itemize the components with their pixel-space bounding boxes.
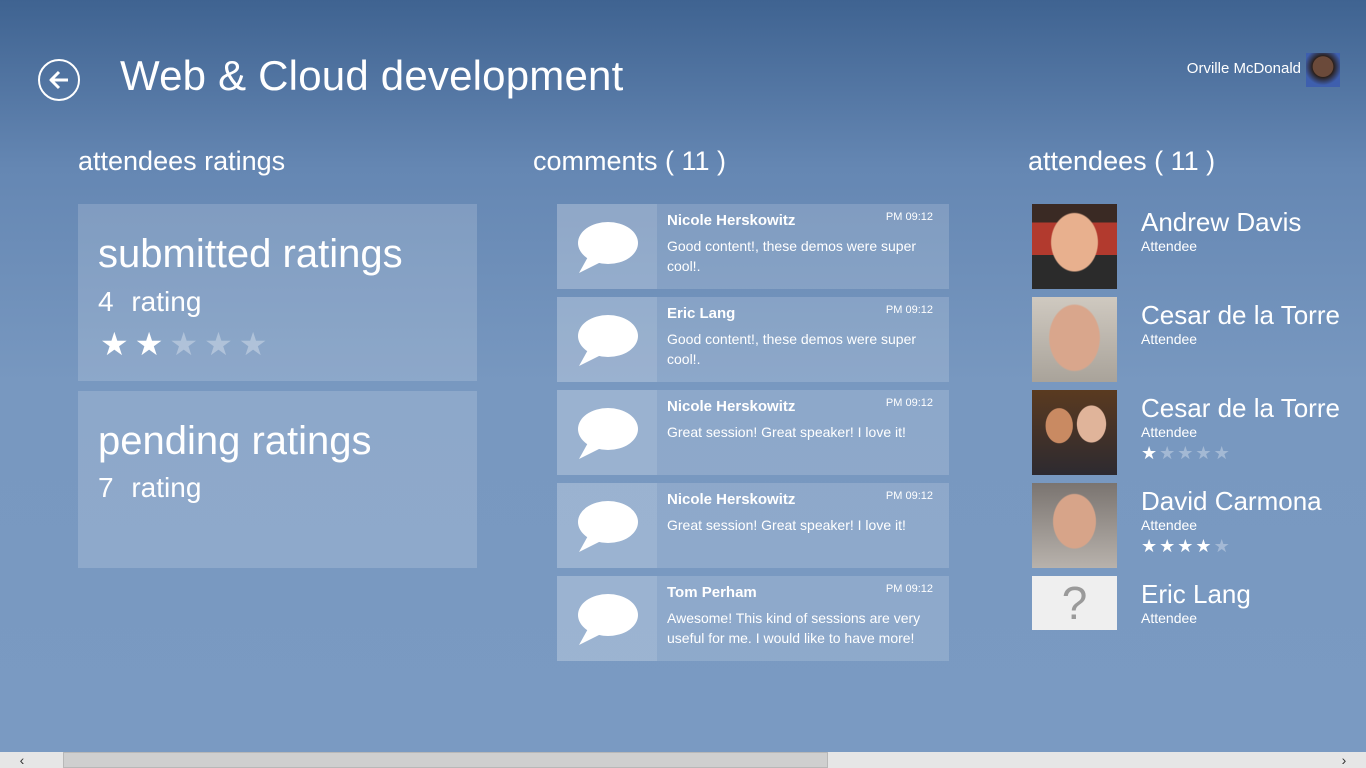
star-icon: ★: [1177, 536, 1194, 556]
comment-text: Great session! Great speaker! I love it!: [667, 517, 906, 533]
comment-time: PM 09:12: [885, 397, 933, 409]
comment-icon-box: [557, 576, 657, 661]
scroll-right-icon[interactable]: ›: [1334, 752, 1354, 768]
comment-item[interactable]: Nicole Herskowitz PM 09:12 Great session…: [557, 483, 949, 568]
attendee-photo: [1032, 390, 1117, 475]
attendee-photo: [1032, 297, 1117, 382]
ratings-section-title: attendees ratings: [78, 146, 286, 176]
attendee-photo: [1032, 204, 1117, 289]
attendee-role: Attendee: [1141, 424, 1198, 440]
scrollbar-thumb[interactable]: [63, 752, 828, 768]
comment-text: Awesome! This kind of sessions are very …: [667, 610, 921, 646]
attendee-role: Attendee: [1141, 331, 1198, 347]
speech-bubble-icon: [578, 407, 638, 459]
pending-ratings-count: 7 rating: [98, 472, 201, 504]
scroll-left-icon[interactable]: ‹: [12, 752, 32, 768]
attendee-item[interactable]: David Carmona Attendee ★ ★ ★ ★ ★: [1032, 483, 1352, 568]
arrow-left-icon: [49, 70, 68, 90]
attendee-role: Attendee: [1141, 238, 1198, 254]
comment-text: Good content!, these demos were super co…: [667, 331, 917, 367]
star-icon: ★: [1213, 443, 1230, 463]
comment-time: PM 09:12: [885, 211, 933, 223]
star-icon: ★: [1141, 536, 1158, 556]
comment-time: PM 09:12: [885, 304, 933, 316]
star-icon: ★: [134, 326, 164, 362]
attendee-name: Cesar de la Torre: [1141, 393, 1340, 423]
pending-ratings-tile[interactable]: pending ratings 7 rating: [78, 391, 477, 568]
star-icon: ★: [1213, 536, 1230, 556]
pending-count-value: 7: [98, 472, 114, 503]
pending-count-unit: rating: [131, 472, 202, 503]
comment-author: Nicole Herskowitz: [667, 212, 796, 229]
attendee-rating-stars: ★ ★ ★ ★ ★: [1141, 537, 1230, 555]
comment-time: PM 09:12: [885, 583, 933, 595]
star-icon: ★: [1159, 443, 1176, 463]
comment-text: Great session! Great speaker! I love it!: [667, 424, 906, 440]
star-icon: ★: [1159, 536, 1176, 556]
pending-ratings-title: pending ratings: [98, 419, 372, 463]
attendees-section-title: attendees ( 11 ): [1028, 146, 1216, 176]
comment-item[interactable]: Nicole Herskowitz PM 09:12 Great session…: [557, 390, 949, 475]
attendee-role: Attendee: [1141, 517, 1198, 533]
star-icon: ★: [169, 326, 199, 362]
question-mark-icon: ?: [1032, 576, 1117, 630]
comment-item[interactable]: Nicole Herskowitz PM 09:12 Good content!…: [557, 204, 949, 289]
attendee-item[interactable]: Cesar de la Torre Attendee: [1032, 297, 1352, 382]
speech-bubble-icon: [578, 314, 638, 366]
back-button[interactable]: [38, 59, 80, 101]
comment-icon-box: [557, 204, 657, 289]
attendee-item[interactable]: Cesar de la Torre Attendee ★ ★ ★ ★ ★: [1032, 390, 1352, 475]
submitted-count-unit: rating: [131, 286, 202, 317]
attendee-item[interactable]: ? Eric Lang Attendee: [1032, 576, 1352, 631]
comment-icon-box: [557, 483, 657, 568]
comment-icon-box: [557, 297, 657, 382]
user-avatar[interactable]: [1306, 53, 1340, 87]
comment-icon-box: [557, 390, 657, 475]
star-icon: ★: [100, 326, 129, 362]
submitted-ratings-count: 4 rating: [98, 286, 201, 318]
attendee-role: Attendee: [1141, 610, 1198, 626]
speech-bubble-icon: [578, 500, 638, 552]
comment-time: PM 09:12: [885, 490, 933, 502]
page-title: Web & Cloud development: [120, 52, 624, 99]
star-icon: ★: [1195, 536, 1212, 556]
comment-item[interactable]: Tom Perham PM 09:12 Awesome! This kind o…: [557, 576, 949, 661]
star-icon: ★: [238, 326, 268, 362]
comment-item[interactable]: Eric Lang PM 09:12 Good content!, these …: [557, 297, 949, 382]
star-icon: ★: [1177, 443, 1194, 463]
attendee-rating-stars: ★ ★ ★ ★ ★: [1141, 444, 1230, 462]
comment-text: Good content!, these demos were super co…: [667, 238, 917, 274]
comment-author: Tom Perham: [667, 584, 757, 601]
user-name: Orville McDonald: [1186, 60, 1301, 77]
attendee-name: Andrew Davis: [1141, 207, 1302, 237]
submitted-rating-stars: ★ ★ ★ ★ ★: [100, 328, 267, 360]
comment-author: Eric Lang: [667, 305, 736, 322]
submitted-ratings-tile[interactable]: submitted ratings 4 rating ★ ★ ★ ★ ★: [78, 204, 477, 381]
attendee-name: Cesar de la Torre: [1141, 300, 1340, 330]
star-icon: ★: [1141, 443, 1158, 463]
submitted-ratings-title: submitted ratings: [98, 232, 403, 276]
speech-bubble-icon: [578, 593, 638, 645]
attendee-photo: [1032, 483, 1117, 568]
star-icon: ★: [1195, 443, 1212, 463]
attendee-name: Eric Lang: [1141, 579, 1251, 609]
submitted-count-value: 4: [98, 286, 114, 317]
star-icon: ★: [204, 326, 233, 362]
comments-section-title: comments ( 11 ): [533, 146, 727, 176]
speech-bubble-icon: [578, 221, 638, 273]
comment-author: Nicole Herskowitz: [667, 491, 796, 508]
attendee-item[interactable]: Andrew Davis Attendee: [1032, 204, 1352, 289]
comment-author: Nicole Herskowitz: [667, 398, 796, 415]
attendee-name: David Carmona: [1141, 486, 1322, 516]
